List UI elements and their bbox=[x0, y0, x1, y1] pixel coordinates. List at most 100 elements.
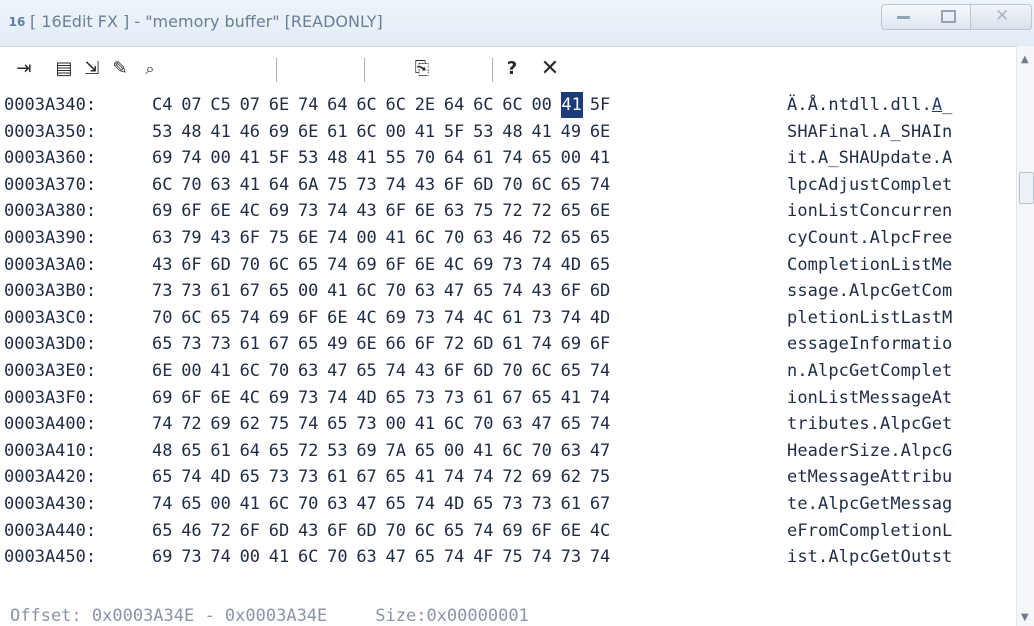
hex-byte[interactable]: 72 bbox=[502, 464, 531, 490]
hex-byte[interactable]: C4 bbox=[152, 92, 181, 118]
hex-byte[interactable]: 6C bbox=[152, 172, 181, 198]
hex-byte[interactable]: 6F bbox=[590, 331, 619, 357]
hex-byte[interactable]: 6F bbox=[298, 305, 327, 331]
hex-byte[interactable]: 6C bbox=[502, 92, 531, 118]
hex-byte[interactable]: 41 bbox=[386, 225, 415, 251]
hex-byte[interactable]: 65 bbox=[473, 278, 502, 304]
hex-bytes[interactable]: 65 74 4D 65 73 73 61 67 65 41 74 74 72 69 62 75 bbox=[152, 464, 619, 490]
hex-byte[interactable]: 00 bbox=[561, 145, 590, 171]
hex-byte[interactable]: 48 bbox=[502, 119, 531, 145]
hex-byte[interactable]: 73 bbox=[444, 385, 473, 411]
hex-byte[interactable]: 65 bbox=[444, 518, 473, 544]
hex-byte[interactable]: 00 bbox=[298, 278, 327, 304]
ascii-text[interactable]: pletionListLastM bbox=[787, 305, 952, 331]
hex-byte[interactable]: 65 bbox=[561, 358, 590, 384]
hex-byte[interactable]: 6E bbox=[298, 119, 327, 145]
hex-bytes[interactable]: 69 6F 6E 4C 69 73 74 43 6F 6E 63 75 72 72 65 6E bbox=[152, 198, 619, 224]
hex-byte[interactable]: 69 bbox=[502, 518, 531, 544]
hex-byte[interactable]: 74 bbox=[415, 491, 444, 517]
ascii-text[interactable]: cyCount.AlpcFree bbox=[787, 225, 952, 251]
hex-byte[interactable]: 6F bbox=[561, 278, 590, 304]
hex-byte[interactable]: 70 bbox=[502, 358, 531, 384]
export-icon[interactable]: ⇲ bbox=[80, 56, 104, 82]
hex-byte[interactable]: 00 bbox=[240, 544, 269, 570]
hex-byte[interactable]: 65 bbox=[298, 252, 327, 278]
hex-byte[interactable]: 6D bbox=[473, 358, 502, 384]
hex-byte[interactable]: 65 bbox=[590, 252, 619, 278]
hex-byte[interactable]: 65 bbox=[386, 464, 415, 490]
scroll-up-icon[interactable]: ▲ bbox=[1021, 54, 1029, 65]
ascii-text[interactable]: Ä.Å.ntdll.dll.A_ bbox=[787, 92, 953, 118]
hex-byte[interactable]: 43 bbox=[415, 358, 444, 384]
hex-byte[interactable]: 69 bbox=[561, 331, 590, 357]
hex-bytes[interactable]: 65 73 73 61 67 65 49 6E 66 6F 72 6D 61 74 69 6F bbox=[152, 331, 619, 357]
hex-byte[interactable]: 64 bbox=[444, 92, 473, 118]
hex-byte[interactable]: 65 bbox=[269, 438, 298, 464]
hex-byte[interactable]: 4C bbox=[473, 305, 502, 331]
hex-byte[interactable]: 63 bbox=[415, 278, 444, 304]
ascii-text[interactable]: ist.AlpcGetOutst bbox=[787, 544, 952, 570]
hex-byte[interactable]: 74 bbox=[502, 145, 531, 171]
hex-byte[interactable]: 75 bbox=[269, 411, 298, 437]
ascii-text[interactable]: lpcAdjustComplet bbox=[787, 172, 952, 198]
hex-byte[interactable]: 69 bbox=[356, 252, 385, 278]
hex-byte[interactable]: 64 bbox=[269, 172, 298, 198]
hex-byte[interactable]: 47 bbox=[327, 358, 356, 384]
list-icon[interactable]: ▤ bbox=[52, 56, 76, 82]
hex-byte[interactable]: 69 bbox=[152, 544, 181, 570]
hex-byte[interactable]: 6E bbox=[415, 252, 444, 278]
scroll-down-icon[interactable]: ▼ bbox=[1021, 612, 1029, 623]
hex-byte[interactable]: 73 bbox=[531, 305, 560, 331]
hex-byte[interactable]: 74 bbox=[181, 145, 210, 171]
hex-byte[interactable]: 65 bbox=[415, 544, 444, 570]
hex-bytes[interactable]: 69 73 74 00 41 6C 70 63 47 65 74 4F 75 74 73 74 bbox=[152, 544, 619, 570]
hex-byte[interactable]: 41 bbox=[415, 119, 444, 145]
hex-byte[interactable]: 47 bbox=[444, 278, 473, 304]
hex-byte[interactable]: 69 bbox=[269, 305, 298, 331]
hex-byte[interactable]: 65 bbox=[531, 385, 560, 411]
hex-byte[interactable]: 41 bbox=[415, 464, 444, 490]
hex-byte[interactable]: 6C bbox=[531, 358, 560, 384]
hex-byte[interactable]: 61 bbox=[473, 385, 502, 411]
hex-byte[interactable]: 6C bbox=[356, 119, 385, 145]
ascii-text[interactable]: ionListConcurren bbox=[787, 198, 952, 224]
hex-byte[interactable]: 46 bbox=[181, 518, 210, 544]
hex-byte[interactable]: 65 bbox=[269, 278, 298, 304]
hex-byte[interactable]: 74 bbox=[473, 518, 502, 544]
hex-byte[interactable]: 65 bbox=[561, 225, 590, 251]
hex-byte[interactable]: 65 bbox=[561, 172, 590, 198]
hex-byte[interactable]: 65 bbox=[386, 491, 415, 517]
hex-byte[interactable]: 4D bbox=[356, 385, 385, 411]
hex-byte[interactable]: 74 bbox=[444, 464, 473, 490]
hex-byte[interactable]: 72 bbox=[298, 438, 327, 464]
hex-byte[interactable]: 41 bbox=[269, 544, 298, 570]
hex-byte[interactable]: 67 bbox=[356, 464, 385, 490]
hex-byte[interactable]: 74 bbox=[590, 172, 619, 198]
hex-byte[interactable]: 43 bbox=[531, 278, 560, 304]
hex-byte[interactable]: 74 bbox=[327, 225, 356, 251]
hex-byte[interactable]: 66 bbox=[386, 331, 415, 357]
hex-byte[interactable]: 67 bbox=[269, 331, 298, 357]
copy-icon[interactable]: ⎘ bbox=[410, 56, 434, 82]
ascii-text[interactable]: SHAFinal.A_SHAIn bbox=[787, 119, 952, 145]
hex-byte[interactable]: 53 bbox=[298, 145, 327, 171]
hex-byte[interactable]: 41 bbox=[590, 145, 619, 171]
hex-byte[interactable]: 43 bbox=[356, 198, 385, 224]
hex-byte[interactable]: 70 bbox=[415, 145, 444, 171]
hex-byte[interactable]: 6C bbox=[356, 278, 385, 304]
hex-bytes[interactable]: 6E 00 41 6C 70 63 47 65 74 43 6F 6D 70 6C 65 74 bbox=[152, 358, 619, 384]
hex-byte[interactable]: 41 bbox=[210, 358, 239, 384]
hex-byte[interactable]: 53 bbox=[152, 119, 181, 145]
hex-byte[interactable]: 67 bbox=[590, 491, 619, 517]
hex-byte[interactable]: 61 bbox=[473, 145, 502, 171]
hex-byte[interactable]: 00 bbox=[356, 225, 385, 251]
hex-byte[interactable]: 73 bbox=[531, 491, 560, 517]
hex-byte[interactable]: 48 bbox=[152, 438, 181, 464]
hex-byte[interactable]: 48 bbox=[327, 145, 356, 171]
hex-byte[interactable]: 67 bbox=[240, 278, 269, 304]
close-icon[interactable]: ✕ bbox=[538, 56, 562, 82]
hex-byte[interactable]: 74 bbox=[386, 172, 415, 198]
hex-byte[interactable]: 72 bbox=[531, 225, 560, 251]
hex-byte[interactable]: 73 bbox=[298, 385, 327, 411]
hex-byte[interactable]: 46 bbox=[240, 119, 269, 145]
